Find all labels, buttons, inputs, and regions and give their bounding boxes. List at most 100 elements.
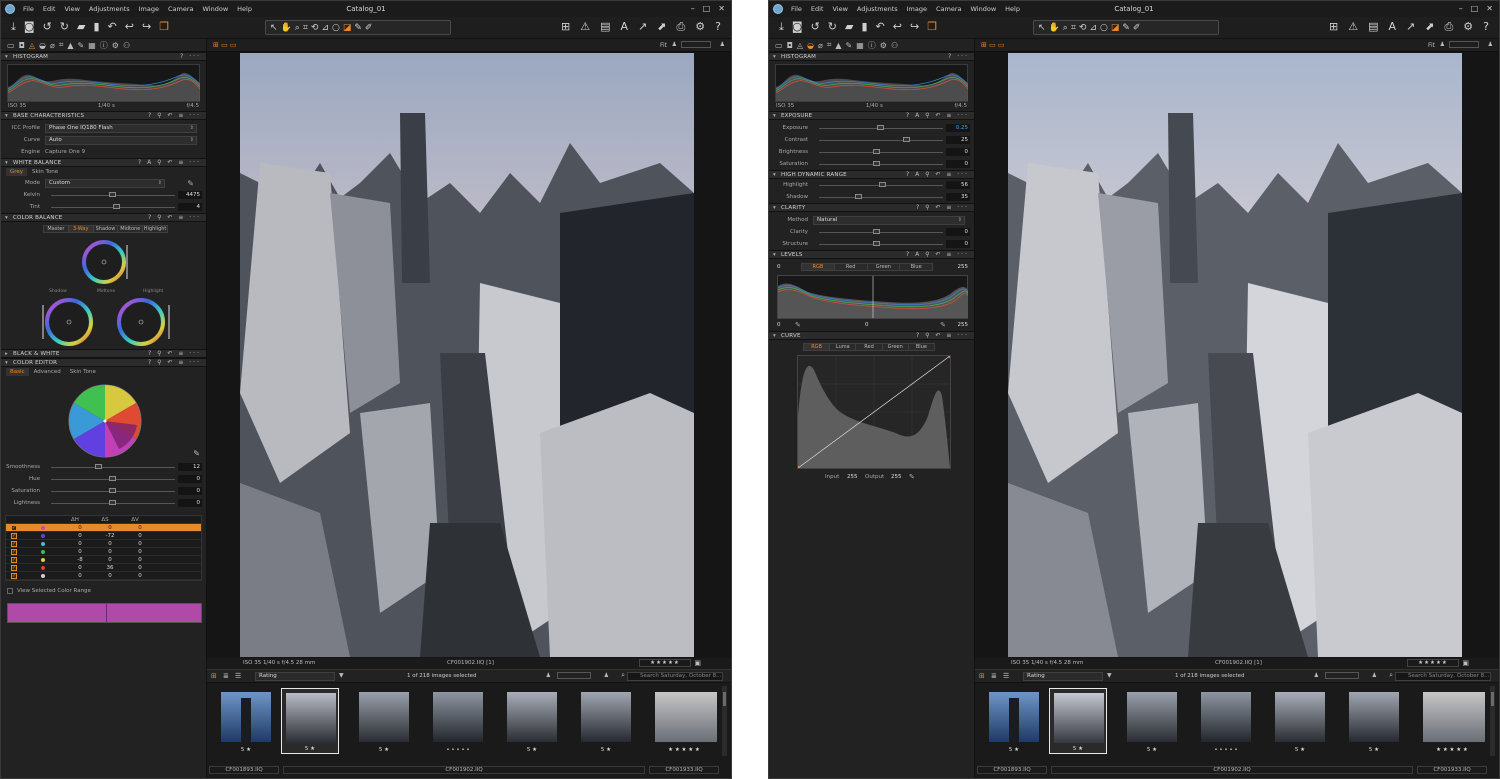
minimize-button[interactable]: – — [691, 4, 695, 13]
thumbnail[interactable]: 5 ★ — [1123, 688, 1181, 754]
print-icon[interactable]: ⎙ — [1444, 20, 1453, 34]
rotate-tool-icon[interactable]: ⟲ — [311, 23, 319, 33]
white-picker-icon[interactable]: ✎ — [940, 321, 946, 329]
browser-list-icon[interactable]: ≣ — [991, 672, 997, 680]
picker-tool-icon[interactable]: ✐ — [1133, 23, 1141, 33]
menu-camera[interactable]: Camera — [168, 5, 194, 13]
redo-icon[interactable]: ↪ — [910, 20, 919, 34]
tool-header-icons[interactable]: ? A ⚲ ↶ ≡ ··· — [138, 159, 201, 166]
color-editor-header[interactable]: ▾ COLOR EDITOR ? ⚲ ↶ ≡ ··· — [1, 358, 206, 367]
color-editor-wheel[interactable] — [67, 383, 143, 459]
trash-icon[interactable]: ▮ — [93, 20, 99, 34]
filter-icon[interactable]: ▼ — [339, 672, 344, 679]
color-tag-icon[interactable]: ▣ — [1462, 659, 1469, 667]
brightness-value[interactable]: 0 — [946, 148, 970, 156]
crop-tool-icon[interactable]: ⌗ — [1071, 23, 1076, 33]
curve-graph[interactable] — [796, 354, 952, 470]
zoom-slider[interactable] — [681, 41, 711, 48]
zoom-tool-icon[interactable]: ⌕ — [295, 23, 300, 33]
settings-icon[interactable]: ⚙ — [695, 20, 705, 34]
grid-view-icon[interactable]: ⊞ — [561, 20, 570, 34]
exposure-tab-icon[interactable]: ◒ — [39, 41, 46, 50]
zoom-level[interactable]: Fit — [1428, 42, 1435, 49]
browser-scrollbar[interactable] — [722, 686, 727, 756]
help-icon[interactable]: ? — [715, 20, 721, 34]
copy-adjustments-icon[interactable]: ❐ — [159, 20, 169, 34]
import-icon[interactable]: ⤓ — [779, 20, 784, 34]
view-range-checkbox[interactable] — [7, 588, 13, 594]
main-photo[interactable] — [1008, 53, 1462, 657]
curve-channel-green[interactable]: Green — [883, 344, 909, 350]
reset-icon[interactable]: ↶ — [876, 20, 885, 34]
curve-channel-luma[interactable]: Luma — [830, 344, 857, 350]
app-icon[interactable] — [773, 4, 783, 14]
mask-tool-icon[interactable]: ◪ — [1111, 23, 1120, 33]
shadow-wheel[interactable] — [37, 295, 101, 349]
zoom-slider[interactable] — [1449, 41, 1479, 48]
black-picker-icon[interactable]: ✎ — [795, 321, 801, 329]
levels-input-low[interactable]: 0 — [777, 264, 781, 270]
menu-file[interactable]: File — [791, 5, 802, 13]
menu-edit[interactable]: Edit — [43, 5, 56, 13]
person-icon[interactable]: ♟ — [1488, 41, 1493, 48]
process-icon[interactable]: ⬈ — [657, 20, 666, 34]
wb-picker-icon[interactable]: ✎ — [187, 179, 194, 188]
exposure-tab-icon[interactable]: ◒ — [807, 41, 814, 50]
thumbnail[interactable]: 5 ★ — [1271, 688, 1329, 754]
menu-window[interactable]: Window — [203, 5, 229, 13]
viewer-multi-icon[interactable]: ⊞ ▭ ▭ — [213, 41, 237, 49]
spot-tool-icon[interactable]: ○ — [332, 23, 340, 33]
browser-person-icon[interactable]: ♟ — [1372, 672, 1377, 679]
sort-select[interactable]: Rating — [1023, 672, 1103, 681]
select-tool-icon[interactable]: ↖ — [1038, 23, 1046, 33]
batch-tab-icon[interactable]: ⚇ — [123, 41, 130, 50]
brush-tool-icon[interactable]: ✎ — [1122, 23, 1130, 33]
thumb-size-slider[interactable] — [557, 672, 591, 679]
icc-profile-select[interactable]: Phase One IQ180 Flash — [45, 123, 197, 133]
structure-slider[interactable] — [873, 241, 880, 246]
saturation-slider[interactable] — [873, 161, 880, 166]
folder-icon[interactable]: ▰ — [845, 20, 853, 34]
menu-window[interactable]: Window — [971, 5, 997, 13]
color-editor-row[interactable]: ✓ 0 0 0 — [6, 572, 201, 580]
row-checkbox[interactable]: ✓ — [11, 524, 17, 531]
histogram-header[interactable]: ▾ HISTOGRAM ? ··· — [769, 52, 974, 61]
curve-picker-icon[interactable]: ✎ — [909, 473, 915, 481]
rotate-right-icon[interactable]: ↻ — [828, 20, 837, 34]
menu-view[interactable]: View — [832, 5, 847, 13]
browser-filmstrip-icon[interactable]: ☰ — [235, 672, 241, 680]
browser-person-icon[interactable]: ♟ — [604, 672, 609, 679]
lightness-value[interactable]: 0 — [178, 499, 202, 507]
cb-mode-master[interactable]: Master — [44, 226, 69, 232]
browser-grid-icon[interactable]: ⊞ — [211, 672, 217, 680]
curve-channel-rgb[interactable]: RGB — [804, 344, 831, 350]
import-icon[interactable]: ⤓ — [11, 20, 16, 34]
redo-icon[interactable]: ↪ — [142, 20, 151, 34]
undo-icon[interactable]: ↩ — [893, 20, 902, 34]
tool-header-icons[interactable]: ? A ⚲ ↶ ≡ ··· — [906, 112, 969, 119]
sort-select[interactable]: Rating — [255, 672, 335, 681]
browser-list-icon[interactable]: ≣ — [223, 672, 229, 680]
menu-adjustments[interactable]: Adjustments — [89, 5, 130, 13]
pan-tool-icon[interactable]: ✋ — [1049, 23, 1060, 33]
maximize-button[interactable]: □ — [1471, 4, 1479, 13]
lens-tab-icon[interactable]: ⌀ — [50, 41, 55, 50]
search-input[interactable]: Search Saturday, October 8... — [627, 672, 723, 681]
filter-icon[interactable]: ▼ — [1107, 672, 1112, 679]
black-white-header[interactable]: ▸ BLACK & WHITE ? ⚲ ↶ ≡ ··· — [1, 349, 206, 358]
levels-output-low[interactable]: 0 — [777, 322, 781, 328]
wb-tab-skin-tone[interactable]: Skin Tone — [28, 168, 62, 176]
menu-view[interactable]: View — [64, 5, 79, 13]
ce-saturation-slider[interactable] — [109, 488, 116, 493]
rotate-tool-icon[interactable]: ⟲ — [1079, 23, 1087, 33]
rotate-left-icon[interactable]: ↺ — [43, 20, 52, 34]
overlay-icon[interactable]: ▤ — [600, 20, 610, 34]
smoothness-value[interactable]: 12 — [178, 463, 202, 471]
menu-file[interactable]: File — [23, 5, 34, 13]
color-tag-icon[interactable]: ▣ — [694, 659, 701, 667]
saturation-value[interactable]: 0 — [946, 160, 970, 168]
tool-header-icons[interactable]: ? ⚲ ↶ ≡ ··· — [148, 112, 201, 119]
maximize-button[interactable]: □ — [703, 4, 711, 13]
cb-mode-midtone[interactable]: Midtone — [118, 226, 144, 232]
search-input[interactable]: Search Saturday, October 8... — [1395, 672, 1491, 681]
